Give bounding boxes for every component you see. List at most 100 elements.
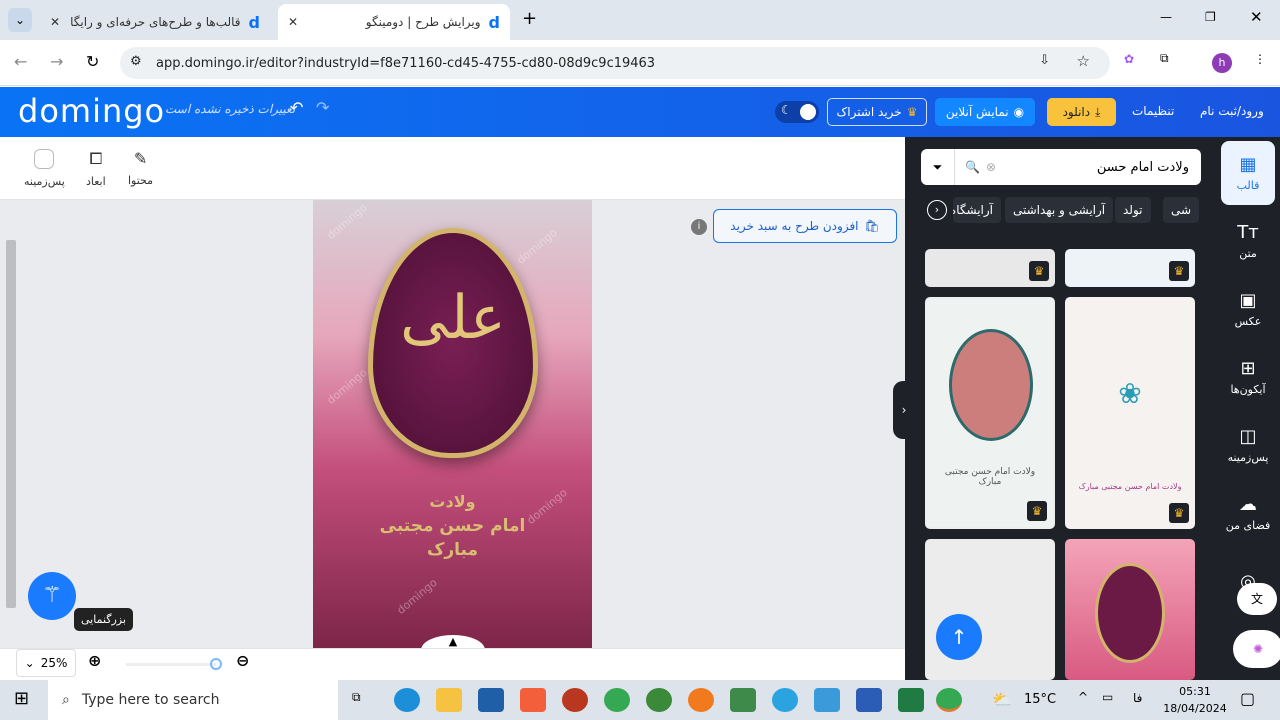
chip[interactable]: آرایشی و بهداشتی [1005, 197, 1114, 223]
tab-templates[interactable]: d قالب‌ها و طرح‌های حرفه‌ای و رایگا ✕ [40, 4, 270, 40]
chip[interactable]: آرایشگاه [953, 197, 1001, 223]
chip[interactable]: شی [1163, 197, 1200, 223]
domingo-favicon: d [488, 12, 500, 32]
tab-editor[interactable]: d ویرایش طرح | دومینگو ✕ [278, 4, 510, 40]
add-to-cart-button[interactable]: 🛍 افزودن طرح به سبد خرید [713, 209, 897, 243]
temperature[interactable]: 15°C [1024, 692, 1056, 707]
template-card[interactable] [1065, 539, 1195, 680]
new-tab-button[interactable]: + [522, 8, 537, 29]
task-view-icon[interactable]: ⧉ [352, 690, 361, 705]
translate-extension-icon[interactable]: 文 [1237, 583, 1277, 615]
photos-icon[interactable] [814, 688, 840, 712]
domingo-logo[interactable]: domingo [18, 92, 165, 130]
app-icon[interactable] [520, 688, 546, 712]
minimize-button[interactable]: — [1160, 10, 1172, 24]
filter-icon[interactable]: ⏷ [921, 149, 955, 185]
clock[interactable]: 05:31 18/04/2024 [1160, 683, 1230, 717]
sidebar-item-my-space[interactable]: ☁ فضای من [1221, 481, 1275, 545]
restore-button[interactable]: ❐ [1205, 10, 1216, 24]
text-icon: Tт [1237, 222, 1259, 243]
design-poster[interactable]: domingo domingo domingo domingo domingo … [313, 200, 592, 648]
sidebar-item-text[interactable]: Tт متن [1221, 209, 1275, 273]
profile-avatar[interactable]: h [1212, 53, 1232, 73]
close-tab-icon[interactable]: ✕ [50, 15, 60, 29]
poster-text: ولادت امام حسن مجتبی مبارک [379, 492, 526, 560]
url-input[interactable]: ⚙ app.domingo.ir/editor?industryId=f8e71… [120, 47, 1110, 79]
clear-search-icon[interactable]: ⊗ [986, 160, 996, 174]
psiphon-icon[interactable] [562, 688, 588, 712]
panel-toggle-button[interactable]: › [893, 381, 915, 439]
windows-start-icon[interactable]: ⊞ [14, 688, 29, 709]
content-tool[interactable]: ✎ محتوا [128, 149, 153, 187]
search-icon[interactable]: 🔍 [965, 160, 980, 174]
watermark: domingo [394, 576, 440, 617]
chrome-active-icon[interactable] [936, 688, 962, 712]
dimensions-tool[interactable]: ⧠ ابعاد [86, 149, 106, 188]
undo-icon[interactable]: ↶ [290, 98, 303, 117]
language-indicator[interactable]: فا [1133, 691, 1142, 705]
zoom-slider-handle[interactable] [210, 658, 222, 670]
sidebar-item-icons[interactable]: ⊞ آیکون‌ها [1221, 345, 1275, 409]
forward-icon[interactable]: → [50, 52, 63, 71]
download-button[interactable]: ⤓ دانلود [1047, 98, 1116, 126]
bookmark-star-icon[interactable]: ☆ [1077, 52, 1090, 70]
info-icon[interactable]: i [691, 219, 707, 235]
template-card[interactable]: ♛ [925, 249, 1055, 287]
scroll-top-button[interactable]: ↑ [936, 614, 982, 660]
file-explorer-icon[interactable] [436, 688, 462, 712]
sidebar-item-templates[interactable]: ▦ قالب [1221, 141, 1275, 205]
template-card-selected[interactable]: ولادت امام حسن مجتبی مبارک ♛ [925, 297, 1055, 529]
chip[interactable]: تولد [1115, 197, 1151, 223]
template-card[interactable] [925, 539, 1055, 680]
preview-button[interactable]: ◉ نمایش آنلاین [935, 98, 1035, 126]
install-icon[interactable]: ⇩ [1039, 53, 1050, 68]
menu-icon[interactable]: ⋮ [1254, 52, 1266, 66]
sidebar-item-background[interactable]: ◫ پس‌زمینه [1221, 413, 1275, 477]
templates-panel: ولادت امام حسن ⊗ 🔍 ⏷ شی تولد آرایشی و به… [893, 137, 1215, 680]
firefox-icon[interactable] [688, 688, 714, 712]
magic-wand-button[interactable]: ⚚ [28, 572, 76, 620]
login-link[interactable]: ورود/ثبت نام [1200, 104, 1264, 118]
notifications-icon[interactable]: ▢ [1240, 689, 1255, 708]
taskbar-search[interactable]: ⌕ Type here to search [48, 680, 338, 720]
store-icon[interactable] [478, 688, 504, 712]
site-info-icon[interactable]: ⚙ [130, 54, 142, 69]
zoom-select[interactable]: ⌄ 25% [16, 649, 76, 677]
vertical-scrollbar[interactable] [6, 240, 16, 608]
eye-icon: ◉ [1013, 105, 1025, 119]
chips-next-icon[interactable]: › [927, 200, 947, 220]
tray-chevron-icon[interactable]: ^ [1078, 690, 1088, 704]
edge-icon[interactable] [394, 688, 420, 712]
image-icon: ▣ [1239, 290, 1257, 311]
extensions-puzzle-icon[interactable]: ⧉ [1160, 51, 1169, 66]
template-card[interactable]: ♛ [1065, 249, 1195, 287]
search-input[interactable]: ولادت امام حسن [996, 160, 1201, 175]
ai-brain-extension-icon[interactable]: ✺ [1233, 630, 1280, 668]
dark-mode-toggle[interactable]: ☾ [775, 101, 819, 123]
collapse-button[interactable]: ▲ [421, 635, 485, 648]
back-icon[interactable]: ← [14, 52, 27, 71]
subscribe-button[interactable]: ♛ خرید اشتراک [827, 98, 927, 126]
app-icon[interactable] [730, 688, 756, 712]
shopping-bag-icon: 🛍 [864, 219, 880, 233]
redo-icon[interactable]: ↷ [316, 98, 329, 117]
globe-app-icon[interactable] [646, 688, 672, 712]
background-tool[interactable]: پس‌زمینه [24, 149, 65, 188]
zoom-in-icon[interactable]: ⊕ [88, 651, 101, 670]
template-card[interactable]: ❀ ولادت امام حسن مجتبی مبارک ♛ [1065, 297, 1195, 529]
reload-icon[interactable]: ↻ [86, 52, 99, 71]
extension-icon[interactable]: ✿ [1124, 52, 1134, 66]
moon-icon: ☾ [781, 103, 792, 117]
battery-icon[interactable]: ▭ [1102, 690, 1113, 704]
close-tab-icon[interactable]: ✕ [288, 15, 298, 29]
sidebar-item-photos[interactable]: ▣ عکس [1221, 277, 1275, 341]
zoom-slider[interactable] [126, 663, 216, 666]
chrome-icon[interactable] [604, 688, 630, 712]
excel-icon[interactable] [898, 688, 924, 712]
settings-link[interactable]: تنظیمات [1132, 104, 1174, 118]
zoom-out-icon[interactable]: ⊖ [236, 651, 249, 670]
tab-search-button[interactable]: ⌄ [8, 8, 32, 32]
telegram-icon[interactable] [772, 688, 798, 712]
word-icon[interactable] [856, 688, 882, 712]
close-window-button[interactable]: ✕ [1250, 8, 1263, 26]
